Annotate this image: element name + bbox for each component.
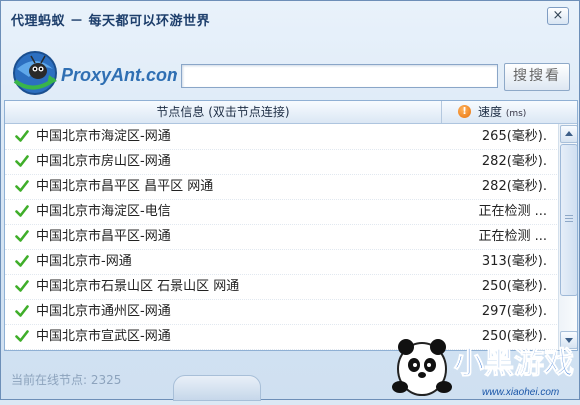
check-icon: [15, 180, 29, 192]
watermark-title: 小黑游戏: [454, 346, 574, 381]
node-speed: 正在检测 ...: [478, 204, 547, 219]
check-icon: [15, 280, 29, 292]
list-item[interactable]: 中国北京市海淀区-网通 265(毫秒).: [5, 124, 557, 150]
list-item[interactable]: 中国北京市昌平区 昌平区 网通 282(毫秒).: [5, 174, 557, 200]
node-name: 中国北京市海淀区-网通: [36, 129, 171, 144]
check-icon: [15, 155, 29, 167]
node-name: 中国北京市昌平区 昌平区 网通: [36, 179, 214, 194]
check-icon: [15, 230, 29, 242]
node-speed: 250(毫秒).: [481, 279, 547, 294]
node-name: 中国北京市宣武区-网通: [36, 329, 171, 344]
node-rows: 中国北京市海淀区-网通 265(毫秒). 中国北京市房山区-网通 282(毫秒). 中国…: [5, 124, 557, 350]
column-header-speed[interactable]: ! 速度 (ms): [442, 101, 556, 123]
app-window: 代理蚂蚁 － 每天都可以环游世界 × ProxyAnt.com 搜搜看 节点信息…: [0, 0, 580, 401]
node-name: 中国北京市房山区-网通: [36, 154, 171, 169]
node-name: 中国北京市通州区-网通: [36, 304, 171, 319]
column-header-node-info[interactable]: 节点信息 (双击节点连接): [5, 101, 442, 123]
node-list: 节点信息 (双击节点连接) ! 速度 (ms) 中国北京市海淀区-网通 265(毫…: [4, 100, 578, 351]
watermark-url: www.xiaohei.com: [482, 387, 559, 398]
check-icon: [15, 305, 29, 317]
warning-icon: !: [458, 105, 471, 118]
node-name: 中国北京市石景山区 石景山区 网通: [36, 279, 240, 294]
window-title: 代理蚂蚁 － 每天都可以环游世界: [11, 14, 211, 29]
node-name: 中国北京市-网通: [36, 254, 132, 269]
title-bar: 代理蚂蚁 － 每天都可以环游世界 ×: [1, 1, 579, 39]
scroll-thumb[interactable]: [560, 144, 577, 296]
logo-wordmark: ProxyAnt.com: [61, 65, 177, 85]
search-input[interactable]: [181, 64, 498, 88]
proxyant-logo: ProxyAnt.com: [9, 47, 183, 99]
list-item[interactable]: 中国北京市房山区-网通 282(毫秒).: [5, 149, 557, 175]
check-icon: [15, 330, 29, 342]
list-item[interactable]: 中国北京市-网通 313(毫秒).: [5, 249, 557, 275]
watermark-logo: 小黑游戏 www.xiaohei.com: [386, 327, 580, 401]
node-name: 中国北京市海淀区-电信: [36, 204, 171, 219]
check-icon: [15, 130, 29, 142]
list-item[interactable]: 中国北京市昌平区-网通 正在检测 ...: [5, 224, 557, 250]
scroll-up-button[interactable]: [560, 125, 577, 143]
close-button[interactable]: ×: [547, 7, 569, 25]
list-header: 节点信息 (双击节点连接) ! 速度 (ms): [5, 101, 577, 124]
speed-unit-label: (ms): [505, 109, 527, 119]
speed-header-label: 速度: [478, 105, 503, 119]
node-speed: 265(毫秒).: [481, 129, 547, 144]
node-speed: 313(毫秒).: [481, 254, 547, 269]
list-item[interactable]: 中国北京市海淀区-电信 正在检测 ...: [5, 199, 557, 225]
list-item[interactable]: 中国北京市通州区-网通 297(毫秒).: [5, 299, 557, 325]
node-speed: 正在检测 ...: [478, 229, 547, 244]
check-icon: [15, 205, 29, 217]
check-icon: [15, 255, 29, 267]
node-speed: 282(毫秒).: [481, 179, 547, 194]
node-name: 中国北京市昌平区-网通: [36, 229, 171, 244]
bottom-tab[interactable]: [173, 375, 261, 401]
online-node-count: 当前在线节点: 2325: [11, 373, 122, 387]
vertical-scrollbar[interactable]: [558, 124, 577, 350]
node-speed: 282(毫秒).: [481, 154, 547, 169]
node-speed: 297(毫秒).: [481, 304, 547, 319]
list-item[interactable]: 中国北京市石景山区 石景山区 网通 250(毫秒).: [5, 274, 557, 300]
search-button[interactable]: 搜搜看: [504, 63, 570, 91]
